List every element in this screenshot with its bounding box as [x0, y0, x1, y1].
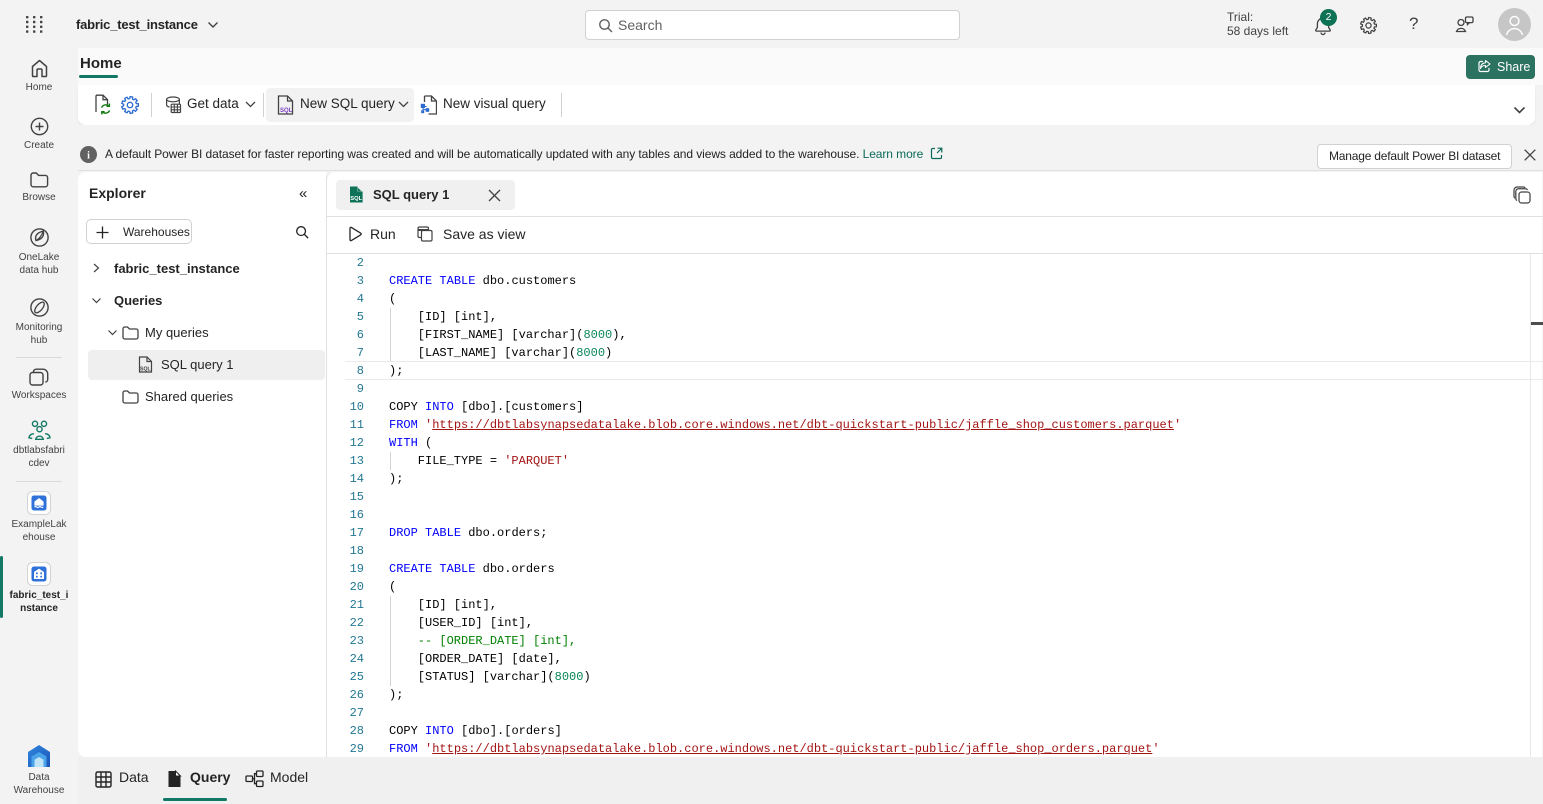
svg-text:SQL: SQL — [280, 108, 293, 114]
svg-text:i: i — [87, 151, 90, 162]
svg-text:SQL: SQL — [350, 196, 362, 202]
svg-text:SQL: SQL — [140, 367, 151, 373]
